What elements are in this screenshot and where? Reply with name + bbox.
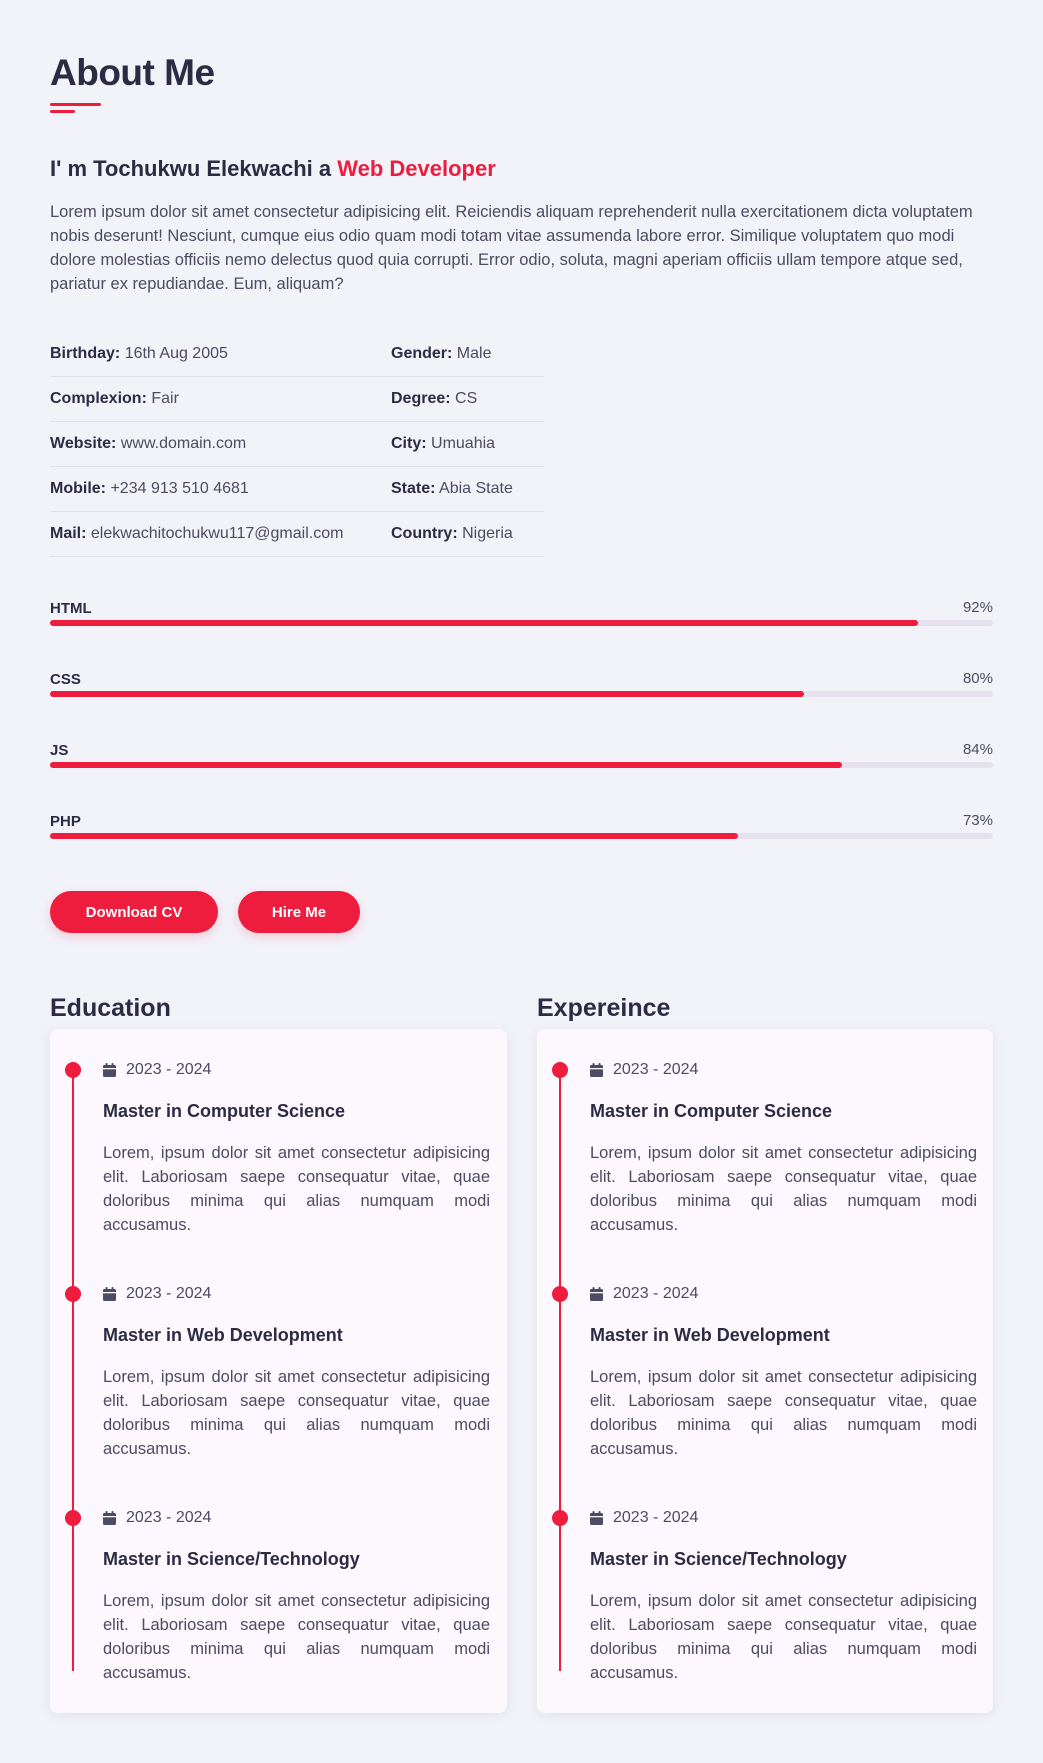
skill-css: CSS 80%	[50, 667, 993, 738]
timeline-line	[559, 1072, 561, 1671]
timeline-description: Lorem, ipsum dolor sit amet consectetur …	[590, 1368, 977, 1458]
info-item-complexion: Complexion: Fair	[50, 390, 179, 407]
timeline-description: Lorem, ipsum dolor sit amet consectetur …	[590, 1144, 977, 1234]
timeline-date: 2023 - 2024	[103, 1061, 211, 1078]
timeline-heading: Master in Computer Science	[103, 1101, 346, 1121]
skill-html: HTML 92%	[50, 596, 993, 667]
underline-short	[50, 110, 75, 113]
timeline-heading: Master in Science/Technology	[103, 1549, 360, 1569]
info-item-mail: Mail: elekwachitochukwu117@gmail.com	[50, 525, 344, 542]
experience-card: 2023 - 2024 Master in Computer Science L…	[537, 1029, 993, 1713]
download-cv-button[interactable]: Download CV	[50, 891, 218, 933]
timeline-description: Lorem, ipsum dolor sit amet consectetur …	[103, 1144, 490, 1234]
timeline-line	[72, 1072, 74, 1671]
calendar-icon	[103, 1511, 116, 1525]
progress-track	[50, 691, 993, 697]
timeline-heading: Master in Web Development	[590, 1325, 830, 1345]
skill-name: HTML	[50, 600, 92, 617]
skill-percent: 73%	[962, 812, 993, 829]
skill-name: PHP	[50, 813, 81, 830]
progress-track	[50, 620, 993, 626]
timeline-date: 2023 - 2024	[590, 1509, 698, 1526]
progress-fill	[50, 691, 805, 697]
timeline-description: Lorem, ipsum dolor sit amet consectetur …	[590, 1592, 977, 1682]
timeline-date: 2023 - 2024	[590, 1285, 698, 1302]
skill-php: PHP 73%	[50, 809, 993, 880]
calendar-icon	[103, 1287, 116, 1301]
info-item-website: Website: www.domain.com	[50, 435, 247, 452]
timeline-date: 2023 - 2024	[103, 1285, 211, 1302]
info-item-city: City: Umuahia	[391, 435, 496, 452]
timeline-dot	[65, 1286, 81, 1302]
info-row: Mobile: +234 913 510 4681 State: Abia St…	[50, 467, 544, 512]
timeline-description: Lorem, ipsum dolor sit amet consectetur …	[103, 1592, 490, 1682]
timeline-heading: Master in Computer Science	[590, 1101, 833, 1121]
calendar-icon	[590, 1063, 603, 1077]
page-title: About Me	[50, 52, 215, 93]
info-row: Website: www.domain.com City: Umuahia	[50, 422, 544, 467]
timeline-description: Lorem, ipsum dolor sit amet consectetur …	[103, 1368, 490, 1458]
info-row: Mail: elekwachitochukwu117@gmail.com Cou…	[50, 512, 544, 557]
timeline-dot	[552, 1062, 568, 1078]
intro-heading: I' m Tochukwu Elekwachi a Web Developer	[50, 156, 496, 182]
title-underline	[50, 103, 102, 115]
about-paragraph: Lorem ipsum dolor sit amet consectetur a…	[50, 203, 973, 293]
info-row: Birthday: 16th Aug 2005 Gender: Male	[50, 332, 544, 377]
calendar-icon	[590, 1287, 603, 1301]
info-item-birthday: Birthday: 16th Aug 2005	[50, 345, 228, 362]
info-item-mobile: Mobile: +234 913 510 4681	[50, 480, 249, 497]
progress-fill	[50, 833, 739, 839]
underline-long	[50, 103, 101, 106]
progress-track	[50, 833, 993, 839]
experience-title: Expereince	[537, 994, 671, 1022]
skills-list: HTML 92% CSS 80% JS 84% PHP 73%	[50, 596, 993, 880]
timeline-date: 2023 - 2024	[590, 1061, 698, 1078]
timeline-dot	[65, 1062, 81, 1078]
intro-prefix: I' m Tochukwu Elekwachi a	[50, 156, 338, 181]
intro-role: Web Developer	[337, 156, 496, 181]
about-section: About Me I' m Tochukwu Elekwachi a Web D…	[0, 0, 1043, 1763]
progress-fill	[50, 762, 843, 768]
timeline-dot	[552, 1286, 568, 1302]
info-item-gender: Gender: Male	[391, 345, 492, 362]
timeline-dot	[552, 1510, 568, 1526]
info-item-degree: Degree: CS	[391, 390, 478, 407]
skill-percent: 84%	[962, 741, 993, 758]
calendar-icon	[103, 1063, 116, 1077]
education-title: Education	[50, 994, 171, 1022]
info-row: Complexion: Fair Degree: CS	[50, 377, 544, 422]
timeline-heading: Master in Science/Technology	[590, 1549, 847, 1569]
timeline-date: 2023 - 2024	[103, 1509, 211, 1526]
progress-track	[50, 762, 993, 768]
personal-info-list: Birthday: 16th Aug 2005 Gender: Male Com…	[50, 332, 544, 557]
timeline-dot	[65, 1510, 81, 1526]
progress-fill	[50, 620, 918, 626]
skill-percent: 80%	[962, 670, 993, 687]
hire-me-button[interactable]: Hire Me	[238, 891, 360, 933]
skill-percent: 92%	[962, 599, 993, 616]
timeline-heading: Master in Web Development	[103, 1325, 343, 1345]
info-item-state: State: Abia State	[391, 480, 513, 497]
skill-name: JS	[50, 742, 69, 759]
skill-name: CSS	[50, 671, 81, 688]
education-card: 2023 - 2024 Master in Computer Science L…	[50, 1029, 507, 1713]
skill-js: JS 84%	[50, 738, 993, 809]
calendar-icon	[590, 1511, 603, 1525]
info-item-country: Country: Nigeria	[391, 525, 513, 542]
